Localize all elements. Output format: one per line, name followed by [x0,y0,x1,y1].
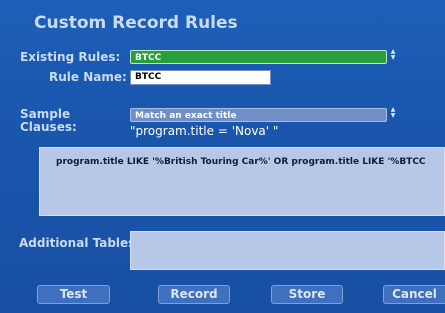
sample-clauses-label-line2: Clauses: [20,120,77,134]
existing-rules-select[interactable]: BTCC [130,50,387,64]
page-title: Custom Record Rules [34,13,238,33]
custom-record-rules-screen: { "title": "Custom Record Rules", "exist… [0,0,445,313]
cancel-button[interactable]: Cancel [383,285,445,304]
sample-clauses-label: Sample Clauses: [20,108,77,134]
sample-clause-example: "program.title = 'Nova' " [130,124,279,138]
test-button[interactable]: Test [37,285,110,304]
record-button[interactable]: Record [158,285,230,304]
additional-tables-label: Additional Tables: [19,236,141,250]
additional-tables-field[interactable] [130,231,445,270]
store-button[interactable]: Store [271,285,343,304]
rule-name-field[interactable]: BTCC [130,70,271,85]
existing-rules-arrows-icon[interactable]: ▲ ▼ [390,49,396,63]
existing-rules-label: Existing Rules: [20,50,121,64]
clause-text: program.title LIKE '%British Touring Car… [56,157,426,167]
rule-name-label: Rule Name: [49,70,127,84]
sample-clauses-arrows-icon[interactable]: ▲ ▼ [390,107,396,121]
sample-clauses-select[interactable]: Match an exact title [130,108,387,122]
